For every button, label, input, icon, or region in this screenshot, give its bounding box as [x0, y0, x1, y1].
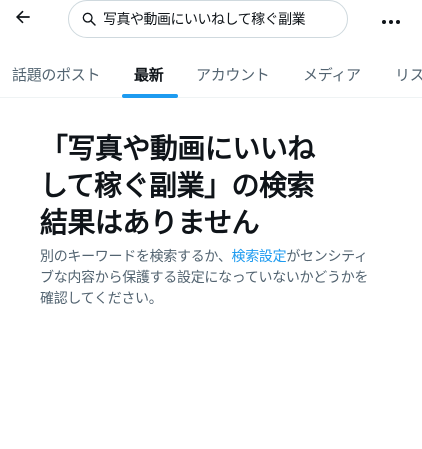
back-button[interactable]	[8, 4, 38, 34]
title-line-2: して稼ぐ副業」の検索	[40, 169, 315, 202]
tab-latest[interactable]: 最新	[134, 52, 164, 97]
search-icon	[81, 11, 97, 27]
empty-state-title: 「写真や動画にいいね して稼ぐ副業」の検索 結果はありません	[40, 130, 380, 241]
tab-label: 最新	[134, 66, 164, 84]
top-bar	[0, 0, 422, 44]
tab-label: リス	[395, 66, 422, 84]
more-icon	[381, 10, 401, 29]
tab-top[interactable]: 話題のポスト	[12, 52, 101, 97]
tab-label: メディア	[303, 66, 361, 84]
tab-label: 話題のポスト	[12, 66, 101, 84]
title-line-1: 「写真や動画にいいね	[40, 132, 316, 165]
tab-media[interactable]: メディア	[303, 52, 361, 97]
title-line-3: 結果はありません	[40, 206, 260, 239]
empty-state-description: 別のキーワードを検索するか、検索設定がセンシティブな内容から保護する設定になって…	[40, 247, 380, 310]
search-tabs: 話題のポスト 最新 アカウント メディア リス	[0, 52, 422, 98]
tab-people[interactable]: アカウント	[196, 52, 270, 97]
desc-text-before: 別のキーワードを検索するか、	[40, 249, 232, 265]
active-tab-indicator	[122, 94, 178, 98]
more-button[interactable]	[376, 4, 406, 34]
search-box[interactable]	[68, 0, 348, 38]
search-settings-link[interactable]: 検索設定	[232, 249, 287, 265]
back-arrow-icon	[13, 7, 33, 31]
tab-lists[interactable]: リス	[395, 52, 422, 97]
search-input[interactable]	[103, 11, 333, 27]
tab-label: アカウント	[196, 66, 270, 84]
